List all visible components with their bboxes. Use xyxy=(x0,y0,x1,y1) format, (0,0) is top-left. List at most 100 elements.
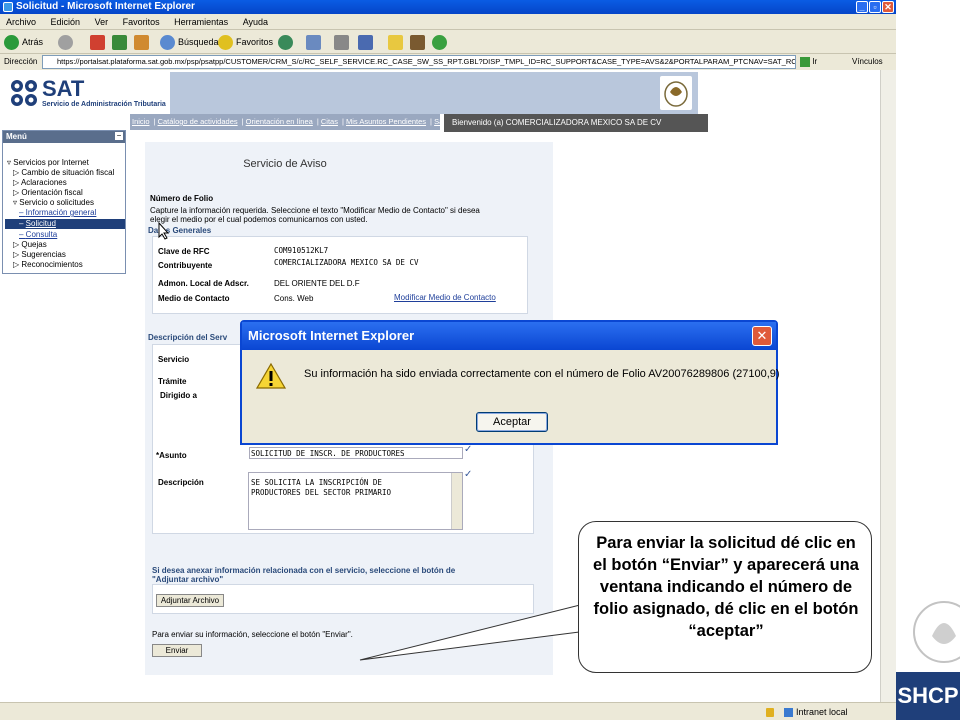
messenger-button[interactable] xyxy=(432,33,450,51)
shcp-panel xyxy=(896,0,960,720)
links-button[interactable]: Vínculos xyxy=(852,54,883,70)
medio-contacto-label: Medio de Contacto xyxy=(158,294,230,303)
menu-ver[interactable]: Ver xyxy=(95,17,109,27)
nav-asuntos[interactable]: Mis Asuntos Pendientes xyxy=(346,117,426,126)
search-button[interactable]: Búsqueda xyxy=(160,33,219,51)
star-icon xyxy=(218,35,233,51)
favorites-button[interactable]: Favoritos xyxy=(218,33,273,51)
home-icon xyxy=(134,35,149,51)
modificar-contacto-link[interactable]: Modificar Medio de Contacto xyxy=(394,293,496,302)
print-button[interactable] xyxy=(334,33,352,51)
maximize-icon[interactable]: ▫ xyxy=(869,1,881,13)
callout-pointer xyxy=(359,599,601,661)
nav-citas[interactable]: Citas xyxy=(321,117,338,126)
menu-aclaraciones[interactable]: ▷ Aclaraciones xyxy=(13,178,67,188)
menu-orientacion-fiscal[interactable]: ▷ Orientación fiscal xyxy=(13,188,83,198)
go-button[interactable]: Ir xyxy=(800,54,817,70)
menu-archivo[interactable]: Archivo xyxy=(6,17,36,27)
folder-button[interactable] xyxy=(388,33,406,51)
menu-quejas[interactable]: ▷ Quejas xyxy=(13,240,47,250)
menu-consulta[interactable]: – Consulta xyxy=(19,230,57,240)
word-icon xyxy=(358,35,373,51)
mexico-seal-icon xyxy=(904,596,960,668)
refresh-icon xyxy=(112,35,127,51)
menu-edicion[interactable]: Edición xyxy=(51,17,81,27)
dialog-close-icon[interactable]: ✕ xyxy=(752,326,772,346)
spellcheck-icon[interactable]: ✓ xyxy=(464,444,472,455)
back-arrow-icon xyxy=(4,35,19,51)
address-bar: Dirección https://portalsat.plataforma.s… xyxy=(0,54,896,70)
dialog-message: Su información ha sido enviada correctam… xyxy=(304,368,780,380)
nav-inicio[interactable]: Inicio xyxy=(132,117,150,126)
enviar-instructions: Para enviar su información, seleccione e… xyxy=(152,630,353,639)
intranet-icon xyxy=(784,708,793,717)
stop-button[interactable] xyxy=(90,33,108,51)
window-titlebar: Solicitud - Microsoft Internet Explorer … xyxy=(0,0,896,14)
research-button[interactable] xyxy=(410,33,428,51)
collapse-icon[interactable]: − xyxy=(115,132,123,140)
descripcion-servicio-heading: Descripción del Serv xyxy=(148,333,228,342)
contribuyente-value: COMERCIALIZADORA MEXICO SA DE CV xyxy=(274,258,419,267)
window-title: Solicitud - Microsoft Internet Explorer xyxy=(16,1,195,12)
menu-informacion-general[interactable]: – Información general xyxy=(19,208,96,218)
close-icon[interactable]: ✕ xyxy=(882,1,894,13)
stop-icon xyxy=(90,35,105,51)
messenger-icon xyxy=(432,35,447,51)
status-bar: Intranet local xyxy=(0,702,896,720)
security-zone: Intranet local xyxy=(796,707,848,717)
folio-instructions-1: Capture la información requerida. Selecc… xyxy=(150,206,480,215)
anexar-text-2: "Adjuntar archivo" xyxy=(152,575,224,584)
edit-button[interactable] xyxy=(358,33,376,51)
back-button[interactable]: Atrás xyxy=(4,33,43,51)
asunto-label: *Asunto xyxy=(156,451,187,460)
menu-herramientas[interactable]: Herramientas xyxy=(174,17,228,27)
aceptar-button[interactable]: Aceptar xyxy=(476,412,548,432)
menu-cambio-situacion[interactable]: ▷ Cambio de situación fiscal xyxy=(13,168,114,178)
menu-reconocimientos[interactable]: ▷ Reconocimientos xyxy=(13,260,83,270)
adjuntar-archivo-button[interactable]: Adjuntar Archivo xyxy=(156,594,224,607)
menu-favoritos[interactable]: Favoritos xyxy=(123,17,160,27)
address-input[interactable]: https://portalsat.plataforma.sat.gob.mx/… xyxy=(42,55,796,69)
callout-text: Para enviar la solicitud dé clic en el b… xyxy=(593,534,859,640)
asunto-input[interactable]: SOLICITUD DE INSCR. DE PRODUCTORES xyxy=(249,447,463,459)
sat-logo-icon xyxy=(10,78,38,108)
mail-icon xyxy=(306,35,321,51)
tramite-label: Trámite xyxy=(158,377,187,386)
spellcheck-icon[interactable]: ✓ xyxy=(464,469,472,480)
refresh-button[interactable] xyxy=(112,33,130,51)
mexico-coat-of-arms-icon xyxy=(660,76,692,110)
medio-contacto-value: Cons. Web xyxy=(274,294,314,303)
print-icon xyxy=(334,35,349,51)
research-icon xyxy=(410,35,425,51)
minimize-icon[interactable]: _ xyxy=(856,1,868,13)
lock-icon xyxy=(766,708,774,717)
rfc-label: Clave de RFC xyxy=(158,247,210,256)
menu-solicitud[interactable]: – Solicitud xyxy=(5,219,125,229)
forward-button[interactable] xyxy=(58,33,76,51)
textarea-scrollbar[interactable] xyxy=(451,473,462,529)
toolbar: Atrás Búsqueda Favoritos xyxy=(0,30,896,54)
ie-icon xyxy=(3,2,13,12)
nav-orientacion[interactable]: Orientación en línea xyxy=(246,117,313,126)
menu-ayuda[interactable]: Ayuda xyxy=(243,17,268,27)
welcome-banner: Bienvenido (a) COMERCIALIZADORA MEXICO S… xyxy=(444,114,708,132)
menu-servicios-internet[interactable]: ▿ Servicios por Internet xyxy=(7,158,89,168)
nav-catalogo[interactable]: Catálogo de actividades xyxy=(158,117,238,126)
vertical-scrollbar[interactable] xyxy=(880,70,896,702)
page-title: Servicio de Aviso xyxy=(243,158,327,170)
enviar-button[interactable]: Enviar xyxy=(152,644,202,657)
descripcion-label: Descripción xyxy=(158,478,204,487)
mail-button[interactable] xyxy=(306,33,324,51)
forward-arrow-icon xyxy=(58,35,73,51)
descripcion-line-1: SE SOLICITA LA INSCRIPCIÓN DE xyxy=(251,478,382,487)
menu-sugerencias[interactable]: ▷ Sugerencias xyxy=(13,250,66,260)
warning-icon xyxy=(255,362,287,390)
history-button[interactable] xyxy=(278,33,296,51)
instruction-callout: Para enviar la solicitud dé clic en el b… xyxy=(578,521,872,673)
header-banner xyxy=(170,72,698,114)
folder-icon xyxy=(388,35,403,51)
sat-subtitle: Servicio de Administración Tributaria xyxy=(42,101,166,108)
servicio-label: Servicio xyxy=(158,355,190,364)
menu-servicio-solicitudes[interactable]: ▿ Servicio o solicitudes xyxy=(13,198,94,208)
home-button[interactable] xyxy=(134,33,152,51)
